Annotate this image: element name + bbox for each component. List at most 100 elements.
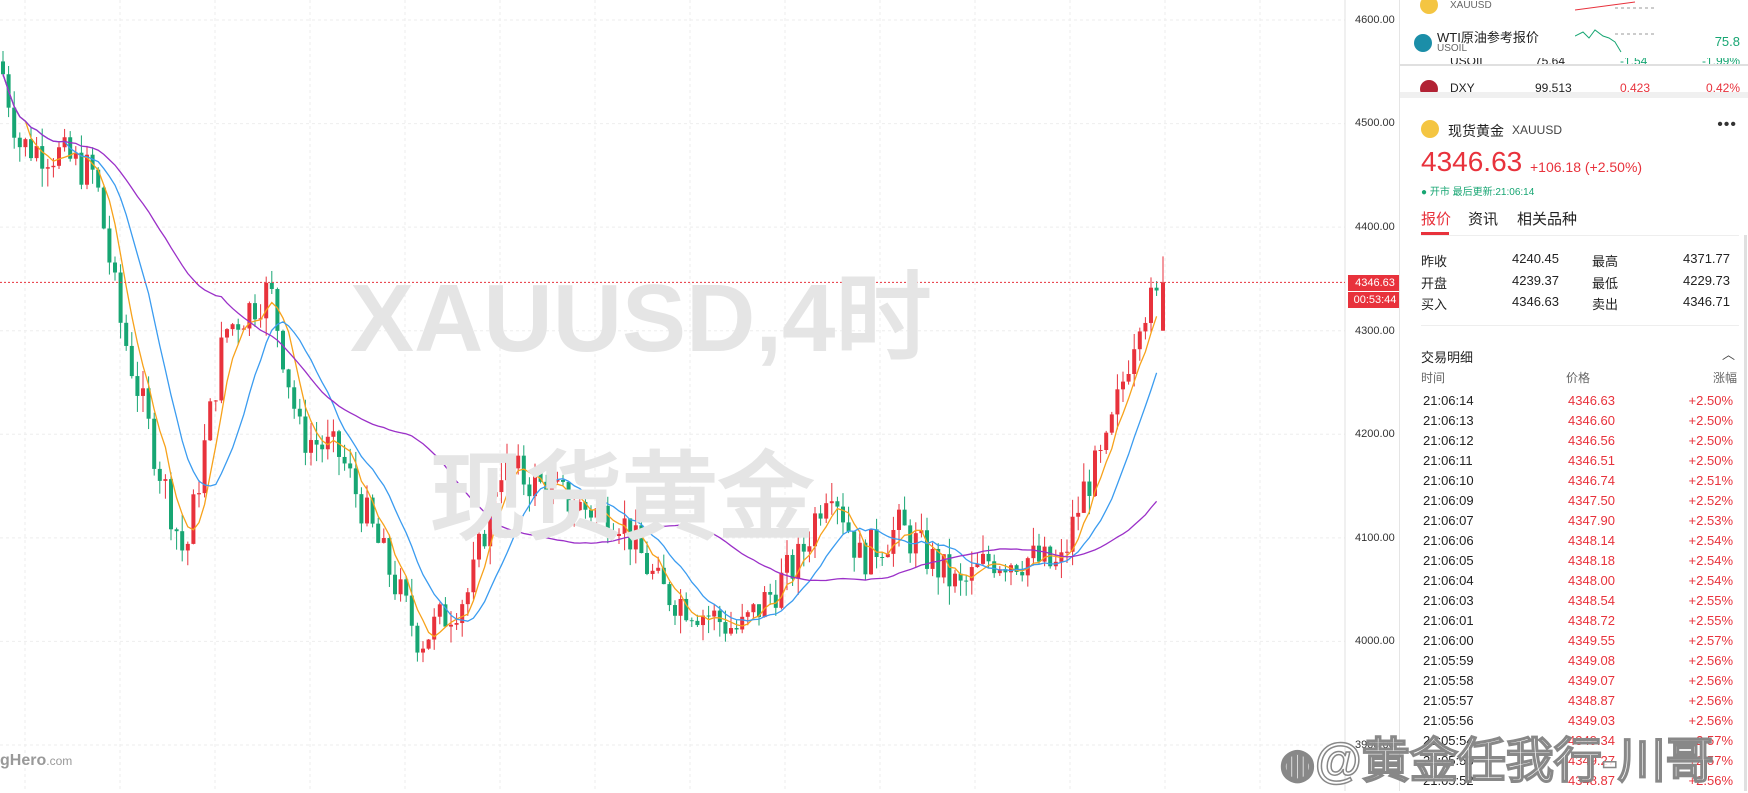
- brand-logo: gHero.com: [0, 752, 73, 769]
- trade-row: 21:06:03 4348.54 +2.55%: [1423, 593, 1733, 613]
- more-options-icon[interactable]: •••: [1717, 116, 1737, 134]
- trade-row: 21:06:14 4346.63 +2.50%: [1423, 393, 1733, 413]
- scrollbar[interactable]: [1744, 235, 1747, 791]
- trade-pct: +2.50%: [1688, 393, 1733, 408]
- candle-body: [1037, 545, 1041, 562]
- candle-body: [673, 605, 677, 616]
- candle-body: [723, 622, 728, 634]
- watch-symbol: USOIL: [1450, 58, 1487, 68]
- trade-price: 4346.74: [1568, 473, 1615, 488]
- candle-body: [421, 648, 425, 653]
- candle-body: [1104, 432, 1109, 450]
- flag-icon: [1420, 80, 1438, 92]
- watchlist-row-dxy[interactable]: DXY 99.513 0.423 0.42%: [1410, 78, 1740, 92]
- trade-pct: +2.54%: [1688, 533, 1733, 548]
- candle-body: [157, 468, 162, 481]
- candle-body: [376, 523, 381, 543]
- watch-symbol: DXY: [1450, 81, 1475, 92]
- tab-quote[interactable]: 报价: [1421, 208, 1451, 229]
- candle-body: [449, 624, 453, 627]
- trade-row: 21:06:04 4348.00 +2.54%: [1423, 573, 1733, 593]
- candle-body: [981, 553, 985, 564]
- watermark-name: 现货黄金: [430, 445, 814, 552]
- y-tick: 4600.00: [1355, 14, 1395, 26]
- candle-body: [197, 493, 201, 495]
- y-tick: 4400.00: [1355, 221, 1395, 233]
- candle-body: [79, 152, 84, 185]
- candle-body: [297, 408, 302, 417]
- candle-body: [23, 139, 28, 148]
- candle-body: [303, 416, 308, 453]
- watch-percent: 0.42%: [1705, 81, 1740, 92]
- current-price-tag: 4346.63: [1348, 275, 1402, 291]
- ask-value: 4346.71: [1683, 294, 1730, 309]
- candle-body: [1065, 551, 1069, 553]
- candle-body: [1149, 287, 1153, 323]
- prev-close-value: 4240.45: [1512, 251, 1559, 266]
- candle-body: [398, 579, 403, 595]
- trade-price: 4346.51: [1568, 453, 1615, 468]
- trade-price: 4346.56: [1568, 433, 1615, 448]
- candle-body: [135, 376, 140, 396]
- divider: [1421, 325, 1739, 326]
- trade-time: 21:06:00: [1423, 633, 1474, 648]
- watchlist-row-usoil-2[interactable]: USOIL 75.64 -1.54 -1.99%: [1410, 58, 1740, 78]
- y-tick: 4500.00: [1355, 117, 1395, 129]
- candle-body: [897, 509, 901, 530]
- trade-price: 4348.00: [1568, 573, 1615, 588]
- candle-body: [118, 272, 123, 323]
- candle-body: [107, 228, 112, 263]
- trade-time: 21:05:58: [1423, 673, 1474, 688]
- low-value: 4229.73: [1683, 273, 1730, 288]
- candle-body: [225, 329, 229, 338]
- candle-body: [426, 639, 431, 649]
- watch-price: 75.8: [1714, 34, 1740, 49]
- trade-pct: +2.52%: [1688, 493, 1733, 508]
- trade-price: 4347.90: [1568, 513, 1615, 528]
- candle-body: [365, 497, 369, 524]
- candle-body: [320, 444, 325, 450]
- candlestick-chart[interactable]: [0, 0, 1399, 791]
- candle-body: [706, 615, 711, 617]
- watch-price: 99.513: [1535, 81, 1572, 92]
- watchlist-row-usoil[interactable]: WTI原油参考报价 USOIL 75.8: [1410, 26, 1740, 62]
- trade-time: 21:06:07: [1423, 513, 1474, 528]
- chart-area[interactable]: XAUUSD,4时 现货黄金 gHero.com 4600.00 4500.00…: [0, 0, 1402, 791]
- candle-body: [695, 620, 700, 626]
- trades-header-pct: 涨幅: [1712, 371, 1737, 385]
- candle-body: [236, 324, 241, 330]
- trade-row: 21:06:05 4348.18 +2.54%: [1423, 553, 1733, 573]
- divider: [1400, 92, 1748, 98]
- tab-news[interactable]: 资讯: [1468, 208, 1498, 229]
- candle-body: [1121, 381, 1125, 390]
- trade-price: 4348.18: [1568, 553, 1615, 568]
- watchlist-row-xauusd[interactable]: XAUUSD: [1410, 0, 1740, 22]
- candle-body: [219, 337, 224, 401]
- candle-body: [1132, 349, 1137, 374]
- trade-pct: +2.56%: [1688, 653, 1733, 668]
- trade-price: 4349.08: [1568, 653, 1615, 668]
- candle-body: [829, 501, 834, 504]
- tab-related[interactable]: 相关品种: [1517, 208, 1577, 229]
- candle-body: [292, 387, 297, 409]
- candle-body: [751, 604, 756, 613]
- trade-row: 21:06:10 4346.74 +2.51%: [1423, 473, 1733, 493]
- gold-icon: [1421, 120, 1439, 138]
- trade-pct: +2.51%: [1688, 473, 1733, 488]
- high-value: 4371.77: [1683, 251, 1730, 266]
- candle-body: [689, 620, 694, 622]
- candle-body: [437, 604, 442, 617]
- candle-body: [353, 468, 358, 495]
- candle-body: [717, 610, 722, 623]
- candle-body: [1081, 481, 1086, 513]
- candle-body: [348, 463, 353, 469]
- candle-body: [1126, 373, 1131, 382]
- candle-body: [656, 567, 661, 571]
- candle-body: [174, 529, 179, 532]
- trade-time: 21:05:59: [1423, 653, 1474, 668]
- collapse-icon[interactable]: ︿: [1722, 344, 1735, 363]
- candle-body: [779, 572, 784, 608]
- prev-close-label: 昨收: [1421, 254, 1448, 269]
- candle-body: [986, 553, 991, 562]
- candle-body: [185, 543, 190, 551]
